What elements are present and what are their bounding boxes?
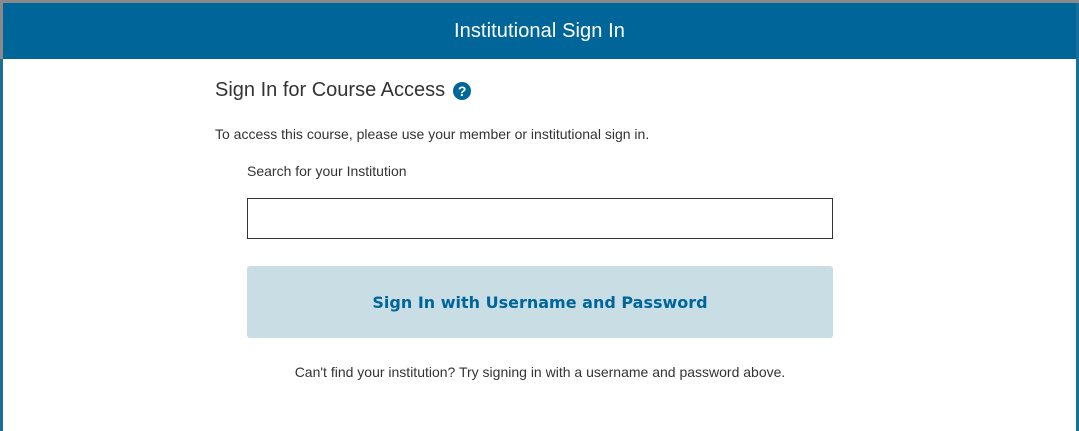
- sign-in-button-label: Sign In with Username and Password: [372, 292, 708, 312]
- sign-in-username-password-button[interactable]: Sign In with Username and Password: [247, 266, 833, 338]
- institution-search-input[interactable]: [247, 198, 833, 239]
- footer-note: Can't find your institution? Try signing…: [294, 364, 786, 380]
- panel-header: Institutional Sign In: [3, 3, 1076, 59]
- question-circle-icon[interactable]: ?: [453, 81, 472, 100]
- heading-row: Sign In for Course Access ?: [215, 79, 472, 102]
- header-title: Institutional Sign In: [453, 19, 626, 42]
- sign-in-panel: Institutional Sign In Sign In for Course…: [0, 0, 1079, 431]
- panel-border-left: [0, 59, 3, 431]
- page-title: Sign In for Course Access: [215, 79, 446, 101]
- intro-text: To access this course, please use your m…: [215, 126, 650, 142]
- search-label: Search for your Institution: [247, 163, 407, 179]
